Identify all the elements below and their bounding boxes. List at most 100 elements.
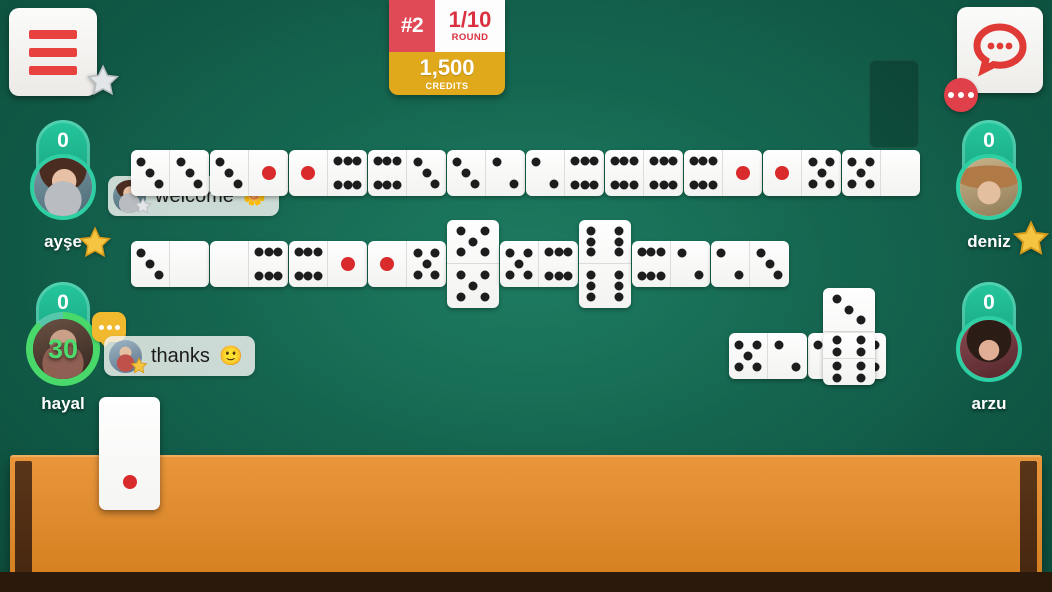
avatar [30, 154, 96, 220]
domino-tile[interactable] [579, 220, 631, 308]
player-score: 0 [57, 129, 69, 152]
pip [586, 226, 596, 236]
domino-tile[interactable] [842, 150, 920, 196]
pip [825, 157, 835, 167]
pip [392, 180, 401, 190]
credits-indicator: 1,500 CREDITS [389, 52, 505, 95]
pip [461, 168, 471, 178]
pip [233, 179, 243, 189]
pip [382, 156, 392, 166]
pip [677, 248, 687, 258]
pip [193, 179, 203, 189]
pip [668, 156, 678, 166]
player-rack[interactable] [10, 455, 1042, 580]
pip [694, 270, 704, 280]
pip-red [301, 166, 315, 180]
tile-half [632, 241, 671, 287]
pip [614, 270, 624, 280]
tile-half [210, 150, 249, 196]
domino-tile[interactable] [368, 241, 446, 287]
pip [343, 156, 352, 166]
pip [422, 168, 431, 178]
pip [313, 271, 322, 281]
pip [629, 180, 638, 190]
pip [294, 247, 303, 257]
pip [589, 156, 599, 166]
pip [689, 156, 698, 166]
pip [382, 180, 392, 190]
domino-tile[interactable] [447, 220, 499, 308]
tile-half [881, 150, 920, 196]
pip [352, 156, 362, 166]
pip [580, 156, 589, 166]
chat-notification-badge[interactable] [944, 78, 978, 112]
pip [554, 271, 563, 281]
tile-half [842, 150, 881, 196]
tile-half [539, 241, 578, 287]
pip [303, 271, 313, 281]
domino-tile[interactable] [210, 241, 288, 287]
pip [154, 179, 164, 189]
domino-tile[interactable] [289, 241, 367, 287]
tile-half [289, 150, 328, 196]
pip [580, 180, 589, 190]
hamburger-line [29, 47, 77, 57]
tile-half [486, 150, 525, 196]
pip [586, 270, 596, 280]
pip [470, 179, 480, 189]
pip [514, 259, 524, 269]
domino-tile[interactable] [729, 333, 807, 379]
pip [825, 179, 835, 189]
tile-half [579, 220, 631, 264]
domino-tile[interactable] [368, 150, 446, 196]
boneyard-slot[interactable] [869, 60, 919, 148]
pip [468, 237, 478, 246]
tile-half [802, 150, 841, 196]
pip [856, 373, 866, 383]
tile-half [328, 241, 367, 287]
domino-tile[interactable] [684, 150, 762, 196]
pip [586, 247, 596, 257]
pip [456, 226, 466, 236]
pip [791, 362, 801, 372]
domino-tile[interactable] [823, 333, 875, 385]
message-text: thanks [151, 344, 210, 367]
pip [303, 247, 313, 257]
pip [352, 180, 362, 190]
tile-half [763, 150, 802, 196]
pip [480, 247, 490, 257]
pip [646, 247, 656, 257]
tile-half [823, 359, 875, 385]
chat-message: thanks 🙂 [104, 336, 255, 376]
domino-tile[interactable] [763, 150, 841, 196]
pip [523, 270, 533, 280]
avatar [956, 154, 1022, 220]
bubble-dot [106, 324, 112, 330]
pip [145, 259, 155, 269]
pip [808, 179, 818, 189]
domino-tile[interactable] [289, 150, 367, 196]
domino-tile[interactable] [131, 150, 209, 196]
star-icon-gold [78, 226, 112, 258]
domino-tile[interactable] [605, 150, 683, 196]
tile-half [210, 241, 249, 287]
domino-tile[interactable] [500, 241, 578, 287]
menu-button[interactable] [9, 8, 97, 96]
pip [637, 247, 646, 257]
domino-tile[interactable] [711, 241, 789, 287]
domino-tile[interactable] [632, 241, 710, 287]
domino-tile[interactable] [526, 150, 604, 196]
pip [756, 248, 766, 258]
pip [589, 180, 599, 190]
domino-tile[interactable] [210, 150, 288, 196]
pip [563, 247, 573, 257]
hand-tile[interactable] [99, 397, 160, 510]
pip [752, 340, 762, 350]
domino-tile[interactable] [447, 150, 525, 196]
star-icon-gold [130, 357, 148, 374]
tile-half [368, 150, 407, 196]
domino-tile[interactable] [131, 241, 209, 287]
tile-half [249, 150, 288, 196]
tile-half [407, 241, 446, 287]
pip [856, 315, 866, 325]
